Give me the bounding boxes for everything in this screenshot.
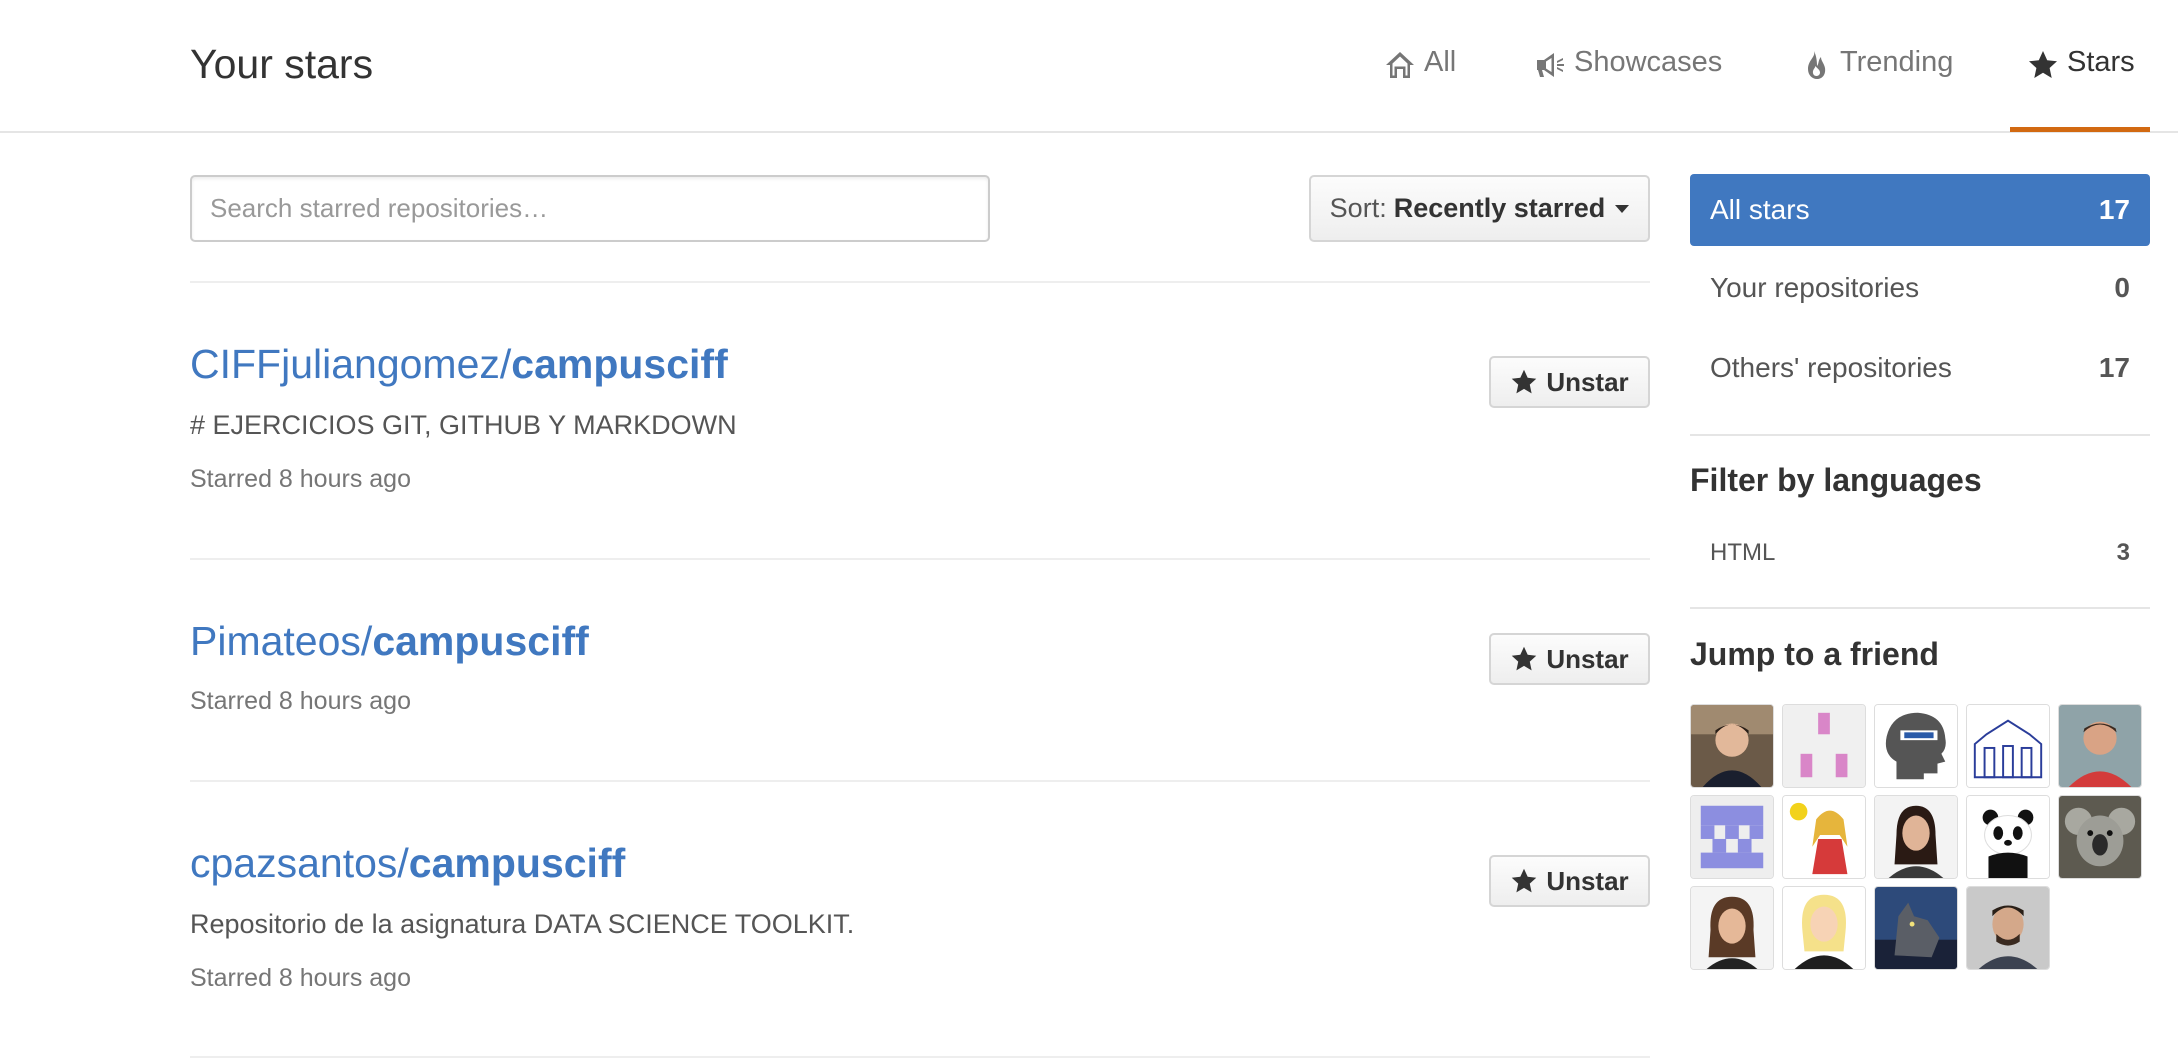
sidebar-divider (1690, 607, 2150, 609)
friend-avatar[interactable] (1966, 886, 2050, 970)
unstar-label: Unstar (1546, 366, 1629, 397)
search-input[interactable] (190, 175, 990, 242)
divider (190, 281, 1650, 283)
friend-avatar[interactable] (1874, 886, 1958, 970)
star-icon (1512, 369, 1537, 394)
friend-avatar-grid (1690, 704, 2150, 970)
sidebar-item-label: Others' repositories (1710, 352, 1952, 383)
repo-link[interactable]: CIFFjuliangomez/campusciff (190, 340, 728, 389)
unstar-label: Unstar (1546, 643, 1629, 674)
friend-avatar[interactable] (2058, 795, 2142, 879)
home-icon (1386, 52, 1414, 78)
sort-label: Sort: (1329, 193, 1387, 223)
repo-slug: campusciff (511, 341, 728, 387)
friend-avatar[interactable] (1874, 795, 1958, 879)
star-icon (1512, 868, 1537, 893)
friend-avatar[interactable] (1690, 704, 1774, 788)
repo-description: # EJERCICIOS GIT, GITHUB Y MARKDOWN (190, 410, 737, 440)
sidebar-item-all-stars[interactable]: All stars 17 (1690, 174, 2150, 246)
chevron-down-icon (1615, 204, 1630, 213)
repo-slug: campusciff (372, 618, 589, 664)
friend-avatar[interactable] (2058, 704, 2142, 788)
repo-description: Repositorio de la asignatura DATA SCIENC… (190, 909, 855, 939)
nav-item-label: Trending (1840, 46, 1954, 78)
language-count: 3 (2116, 539, 2130, 566)
sidebar-language-html[interactable]: HTML 3 (1690, 534, 2150, 572)
nav-item-trending[interactable]: Trending (1800, 46, 1953, 133)
repo-owner: cpazsantos/ (190, 840, 409, 886)
sidebar-item-count: 17 (2098, 194, 2130, 225)
language-label: HTML (1710, 539, 1776, 566)
sidebar-item-count: 17 (2098, 352, 2130, 383)
sort-dropdown-button[interactable]: Sort: Recently starred (1309, 175, 1650, 242)
nav-item-stars[interactable]: Stars (2027, 46, 2135, 133)
unstar-button[interactable]: Unstar (1489, 356, 1650, 408)
unstar-button[interactable]: Unstar (1489, 855, 1650, 907)
sort-value: Recently starred (1393, 193, 1606, 223)
sidebar-item-label: Your repositories (1710, 272, 1920, 303)
nav-item-label: Showcases (1574, 46, 1723, 78)
friend-avatar[interactable] (1782, 795, 1866, 879)
sidebar-divider (1690, 434, 2150, 436)
page-title: Your stars (190, 41, 374, 87)
star-icon (2029, 51, 2057, 78)
repo-link[interactable]: Pimateos/campusciff (190, 617, 589, 666)
friend-avatar[interactable] (1782, 886, 1866, 970)
sidebar-item-your-repositories[interactable]: Your repositories 0 (1690, 252, 2150, 324)
repo-owner: CIFFjuliangomez/ (190, 341, 512, 387)
nav-item-label: Stars (2067, 46, 2135, 78)
friend-avatar[interactable] (1690, 886, 1774, 970)
filter-languages-heading: Filter by languages (1690, 462, 1982, 498)
friend-avatar[interactable] (1874, 704, 1958, 788)
repo-owner: Pimateos/ (190, 618, 373, 664)
divider (190, 558, 1650, 560)
megaphone-icon (1537, 53, 1564, 77)
repo-link[interactable]: cpazsantos/campusciff (190, 839, 625, 888)
page-header: Your stars All Showcases Trending Stars (0, 0, 2178, 133)
nav-selected-underline (2010, 127, 2150, 132)
friend-avatar[interactable] (1782, 704, 1866, 788)
repo-starred-time: Starred 8 hours ago (190, 964, 411, 992)
repo-starred-time: Starred 8 hours ago (190, 687, 411, 715)
sidebar-item-others-repositories[interactable]: Others' repositories 17 (1690, 332, 2150, 404)
repo-slug: campusciff (408, 840, 626, 886)
star-icon (1512, 646, 1537, 671)
repo-list-item: cpazsantos/campusciff Unstar Repositorio… (190, 839, 1650, 999)
repo-list-item: Pimateos/campusciff Unstar Starred 8 hou… (190, 617, 1650, 717)
sidebar-item-label: All stars (1710, 194, 1810, 225)
nav-item-label: All (1424, 46, 1457, 78)
flame-icon (1808, 51, 1826, 79)
divider (190, 780, 1650, 782)
friend-avatar[interactable] (1966, 795, 2050, 879)
sidebar-item-count: 0 (2114, 272, 2130, 303)
unstar-label: Unstar (1546, 865, 1629, 896)
friend-avatar[interactable] (1690, 795, 1774, 879)
friend-avatar[interactable] (1966, 704, 2050, 788)
jump-to-friend-heading: Jump to a friend (1690, 636, 1939, 672)
nav-item-all[interactable]: All (1384, 46, 1456, 133)
repo-starred-time: Starred 8 hours ago (190, 465, 411, 493)
nav-item-showcases[interactable]: Showcases (1534, 46, 1722, 133)
unstar-button[interactable]: Unstar (1489, 633, 1650, 685)
repo-list-item: CIFFjuliangomez/campusciff Unstar # EJER… (190, 340, 1650, 500)
